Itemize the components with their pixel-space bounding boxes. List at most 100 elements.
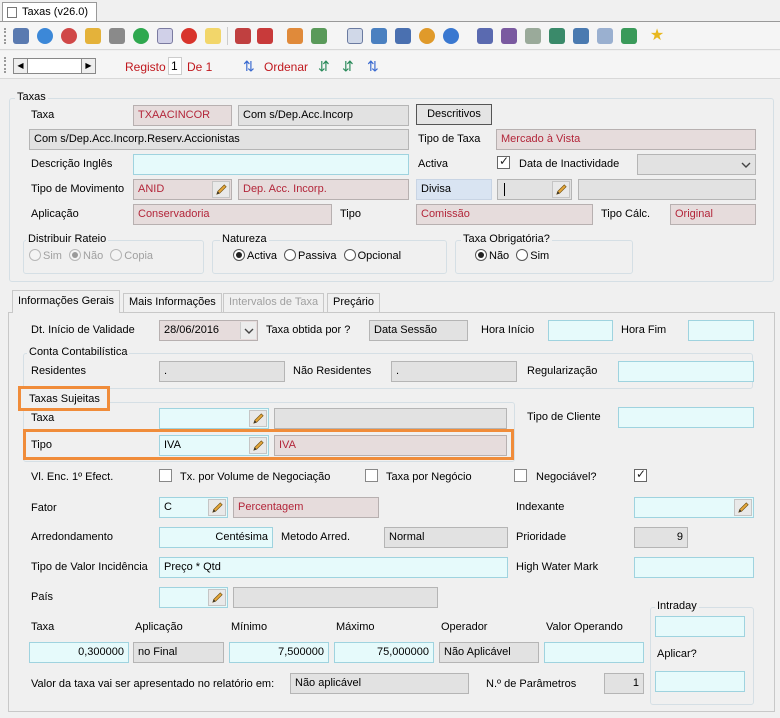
long-description-field[interactable]: Com s/Dep.Acc.Incorp.Reserv.Accionistas <box>29 129 409 150</box>
pencil-icon[interactable] <box>734 499 752 516</box>
pencil-icon[interactable] <box>208 499 226 516</box>
natureza-passiva-radio[interactable] <box>284 249 297 261</box>
taxa-short-field[interactable]: Com s/Dep.Acc.Incorp <box>238 105 409 126</box>
people-icon[interactable] <box>477 28 493 44</box>
intraday-input[interactable] <box>655 616 745 637</box>
undo-icon[interactable] <box>61 28 77 44</box>
pencil-icon[interactable] <box>249 437 267 454</box>
tab-mais-informacoes[interactable]: Mais Informações <box>123 293 222 312</box>
tipo-taxa-field[interactable]: Mercado à Vista <box>496 129 756 150</box>
window-tab[interactable]: Taxas (v26.0) <box>2 2 97 22</box>
distribuir-nao-radio[interactable] <box>69 249 82 261</box>
row-operador-field[interactable]: Não Aplicável <box>439 642 539 663</box>
copy-icon[interactable] <box>157 28 173 44</box>
fator-desc-field[interactable]: Percentagem <box>233 497 379 518</box>
activa-checkbox[interactable] <box>497 154 510 169</box>
descritivos-button[interactable]: Descritivos <box>416 104 492 125</box>
valor-incidencia-field[interactable]: Preço * Qtd <box>159 557 508 578</box>
sort-icon[interactable]: ⇅ <box>243 58 255 75</box>
obrigatoria-nao-radio[interactable] <box>475 249 487 261</box>
chevron-down-icon[interactable] <box>240 322 256 339</box>
hora-fim-input[interactable] <box>688 320 754 341</box>
distribuir-sim-radio[interactable] <box>29 249 41 261</box>
sort-toggle-icon[interactable]: ⇅ <box>367 58 379 75</box>
group-icon[interactable] <box>85 28 101 44</box>
delete-icon[interactable] <box>181 28 197 44</box>
row-taxa-field[interactable]: 0,300000 <box>29 642 129 663</box>
prioridade-field[interactable]: 9 <box>634 527 688 548</box>
record-scrollbar[interactable]: ◀ ▶ <box>13 58 96 74</box>
regularizacao-input[interactable] <box>618 361 754 382</box>
save-icon[interactable] <box>13 28 29 44</box>
metodo-field[interactable]: Normal <box>384 527 508 548</box>
edit-icon[interactable] <box>395 28 411 44</box>
refresh-icon[interactable] <box>37 28 53 44</box>
tx-volume-checkbox[interactable] <box>365 469 378 482</box>
ordenar-label[interactable]: Ordenar <box>264 60 308 74</box>
pais-code-field[interactable] <box>159 587 228 608</box>
vl-enc-checkbox[interactable] <box>159 469 172 482</box>
tab-intervalos-taxa[interactable]: Intervalos de Taxa <box>223 293 325 312</box>
taxa-obtida-field[interactable]: Data Sessão <box>369 320 468 341</box>
data-inactividade-combo[interactable] <box>637 154 756 175</box>
export-icon[interactable] <box>235 28 251 44</box>
calendar-icon[interactable] <box>347 28 363 44</box>
help-icon[interactable] <box>443 28 459 44</box>
parametros-field[interactable]: 1 <box>604 673 644 694</box>
pencil-icon[interactable] <box>249 410 267 427</box>
residentes-field[interactable]: . <box>159 361 285 382</box>
import-arrow-icon[interactable] <box>621 28 637 44</box>
add-icon[interactable] <box>133 28 149 44</box>
arredondamento-field[interactable]: Centésima <box>159 527 273 548</box>
sort-desc-icon[interactable]: ⇵ <box>342 58 354 75</box>
download-icon[interactable] <box>311 28 327 44</box>
users-icon[interactable] <box>287 28 303 44</box>
book-icon[interactable] <box>501 28 517 44</box>
descricao-ingles-input[interactable] <box>133 154 409 175</box>
scroll-left-button[interactable]: ◀ <box>14 59 28 73</box>
sheet-icon[interactable] <box>525 28 541 44</box>
import-icon[interactable] <box>597 28 613 44</box>
pencil-icon[interactable] <box>212 181 230 198</box>
tipo-calc-field[interactable]: Original <box>670 204 756 225</box>
aplicacao-field[interactable]: Conservadoria <box>133 204 332 225</box>
print-icon[interactable] <box>109 28 125 44</box>
high-water-input[interactable] <box>634 557 754 578</box>
filter-icon[interactable] <box>257 28 273 44</box>
ts-taxa-code-field[interactable] <box>159 408 269 429</box>
ts-tipo-desc-field[interactable]: IVA <box>274 435 507 456</box>
card-icon[interactable] <box>549 28 565 44</box>
obrigatoria-sim-radio[interactable] <box>516 249 529 261</box>
pencil-icon[interactable] <box>552 181 570 198</box>
indexante-field[interactable] <box>634 497 754 518</box>
negociavel-checkbox[interactable] <box>634 467 647 482</box>
star-icon[interactable]: ★ <box>649 28 665 44</box>
tipo-cliente-input[interactable] <box>618 407 754 428</box>
divisa-code-field[interactable] <box>497 179 572 200</box>
aplicar-input[interactable] <box>655 671 745 692</box>
row-maximo-field[interactable]: 75,000000 <box>334 642 434 663</box>
ts-tipo-code-field[interactable]: IVA <box>159 435 269 456</box>
taxa-code-field[interactable]: TXAACINCOR <box>133 105 232 126</box>
pencil-icon[interactable] <box>208 589 226 606</box>
nao-residentes-field[interactable]: . <box>391 361 517 382</box>
divisa-desc-field[interactable] <box>578 179 756 200</box>
scroll-right-button[interactable]: ▶ <box>81 59 95 73</box>
tab-informacoes-gerais[interactable]: Informações Gerais <box>12 290 120 313</box>
taxa-negocio-checkbox[interactable] <box>514 469 527 482</box>
note-icon[interactable] <box>205 28 221 44</box>
tipo-field[interactable]: Comissão <box>416 204 593 225</box>
row-aplicacao-field[interactable]: no Final <box>133 642 224 663</box>
registo-input[interactable]: 1 <box>168 57 182 75</box>
fator-code-field[interactable]: C <box>159 497 228 518</box>
natureza-opcional-radio[interactable] <box>343 249 356 261</box>
valor-apresentado-field[interactable]: Não aplicável <box>290 673 469 694</box>
ts-taxa-desc-field[interactable] <box>274 408 507 429</box>
chevron-down-icon[interactable] <box>738 156 754 173</box>
hora-inicio-input[interactable] <box>548 320 613 341</box>
dt-inicio-combo[interactable]: 28/06/2016 <box>159 320 258 341</box>
window-icon[interactable] <box>573 28 589 44</box>
distribuir-copia-radio[interactable] <box>110 249 123 261</box>
tipo-movimento-desc-field[interactable]: Dep. Acc. Incorp. <box>238 179 409 200</box>
sort-asc-icon[interactable]: ⇵ <box>318 58 330 75</box>
